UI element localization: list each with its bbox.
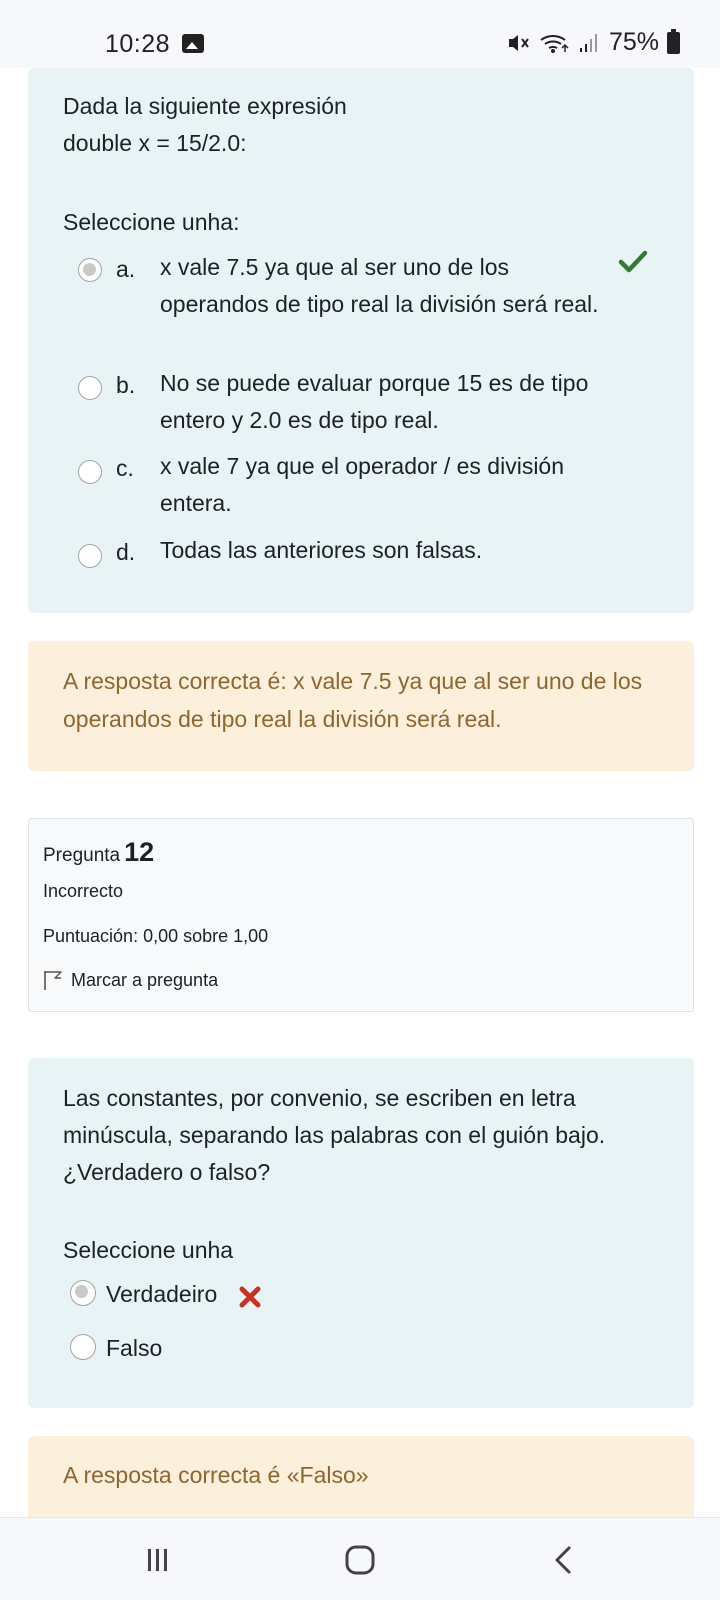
status-time: 10:28 (105, 30, 171, 58)
question-grade: Puntuación: 0,00 sobre 1,00 (43, 926, 269, 946)
question-state: Incorrecto (43, 881, 124, 901)
option-c-text: x vale 7 ya que el operador / es divisió… (160, 453, 565, 516)
checkmark-icon (618, 250, 648, 273)
signal-icon (579, 33, 597, 52)
option-d-text: Todas las anteriores son falsas. (160, 537, 483, 563)
flag-question-label: Marcar a pregunta (71, 969, 219, 990)
question-text-line2: double x = 15/2.0: (63, 130, 247, 156)
home-icon (345, 1545, 375, 1575)
option-d-radio[interactable] (78, 544, 102, 568)
question-12-info: Pregunta 12 Incorrecto Puntuación: 0,00 s… (28, 818, 694, 1012)
question-text: Las constantes, por convenio, se escribe… (63, 1085, 606, 1185)
cross-icon (239, 1286, 261, 1308)
option-a-radio[interactable] (78, 258, 102, 282)
status-indicators: 75% (507, 28, 680, 57)
back-icon (555, 1546, 571, 1574)
option-b-letter: b. (116, 372, 136, 398)
mute-icon (508, 34, 529, 51)
back-button[interactable] (545, 1542, 581, 1578)
correct-answer-text: A resposta correcta é «Falso» (63, 1462, 369, 1488)
question-11-content: Dada la siguiente expresión double x = 1… (28, 68, 694, 613)
select-prompt: Seleccione unha: (63, 209, 240, 235)
option-true-radio[interactable] (70, 1280, 96, 1306)
question-label: Pregunta (43, 845, 121, 866)
question-12-content: Las constantes, por convenio, se escribe… (28, 1058, 694, 1408)
flag-question-link[interactable]: Marcar a pregunta (43, 969, 218, 991)
question-number: Pregunta 12 (43, 837, 154, 868)
status-bar: 10:28 75% (0, 0, 720, 68)
option-false-radio[interactable] (70, 1334, 96, 1360)
question-number-value: 12 (124, 837, 155, 867)
gallery-notification-icon (182, 34, 204, 53)
system-nav-bar (0, 1517, 720, 1600)
question-11-feedback: A resposta correcta é: x vale 7.5 ya que… (28, 641, 694, 771)
option-true-text: Verdadeiro (106, 1281, 218, 1307)
wifi-icon (540, 34, 569, 53)
question-text-line1: Dada la siguiente expresión (63, 93, 347, 119)
recent-apps-icon (148, 1549, 167, 1571)
home-button[interactable] (340, 1542, 380, 1578)
select-prompt: Seleccione unha (63, 1237, 234, 1263)
battery-percent: 75% (608, 28, 659, 56)
option-a-letter: a. (116, 256, 136, 282)
recent-apps-button[interactable] (140, 1542, 176, 1578)
option-d-letter: d. (116, 539, 136, 565)
option-b-radio[interactable] (78, 376, 102, 400)
flag-icon (44, 971, 62, 990)
option-c-radio[interactable] (78, 460, 102, 484)
option-c-letter: c. (116, 455, 134, 481)
option-b-text: No se puede evaluar porque 15 es de tipo… (160, 370, 589, 433)
option-false-text: Falso (106, 1335, 163, 1361)
option-a-text: x vale 7.5 ya que al ser uno de los oper… (160, 254, 599, 317)
battery-icon (667, 28, 680, 54)
correct-answer-text: A resposta correcta é: x vale 7.5 ya que… (63, 668, 643, 732)
